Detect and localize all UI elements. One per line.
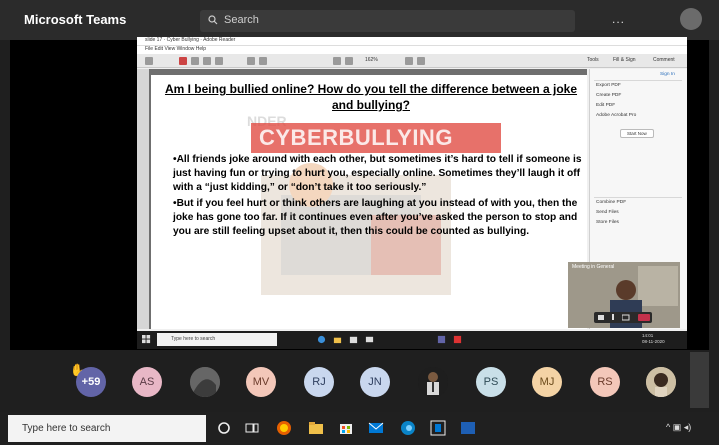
zoom-level[interactable]: 162% bbox=[365, 57, 378, 63]
cyberbullying-banner-text: CYBERBULLYING bbox=[259, 125, 453, 150]
windows-taskbar: Type here to search ^ ▣ ◂) bbox=[0, 412, 719, 445]
create-pdf-icon[interactable] bbox=[179, 57, 187, 65]
participant-photo[interactable] bbox=[190, 367, 220, 397]
zoom-out-icon[interactable] bbox=[333, 57, 341, 65]
open-icon[interactable] bbox=[145, 57, 153, 65]
file-explorer-icon[interactable] bbox=[308, 420, 324, 436]
shared-date: 08-11-2020 bbox=[642, 339, 665, 344]
search-input[interactable]: Search bbox=[200, 10, 575, 32]
store-icon[interactable] bbox=[349, 335, 358, 344]
pane-item-store-files[interactable]: Store Files bbox=[596, 220, 619, 225]
taskbar-search-input[interactable]: Type here to search bbox=[8, 415, 206, 442]
teams-title-bar: Microsoft Teams Search ... bbox=[0, 0, 719, 40]
participant-avatar[interactable]: PS bbox=[476, 367, 506, 397]
participant-avatar[interactable]: RS bbox=[590, 367, 620, 397]
store-icon[interactable] bbox=[338, 420, 354, 436]
shared-taskbar-search-label: Type here to search bbox=[171, 336, 216, 342]
acrobat-icon[interactable] bbox=[453, 335, 462, 344]
screen-capture-icon[interactable] bbox=[430, 420, 446, 436]
navigation-rail[interactable] bbox=[137, 69, 149, 329]
video-controls bbox=[594, 312, 652, 323]
pane-item-create-pdf[interactable]: Create PDF bbox=[596, 93, 621, 98]
mail-icon[interactable] bbox=[365, 335, 374, 344]
document-area: NDER CYBERBULLYING Am I being bullied on… bbox=[137, 69, 587, 329]
app-title: Microsoft Teams bbox=[24, 12, 127, 27]
pdf-toolbar: 162% Tools Fill & Sign Comment bbox=[137, 54, 687, 68]
prev-page-icon[interactable] bbox=[247, 57, 255, 65]
self-video-label: Meeting in General bbox=[572, 264, 615, 270]
avatar[interactable] bbox=[680, 8, 702, 30]
slide-bullet-1: •All friends joke around with each other… bbox=[173, 154, 582, 193]
taskbar-search-placeholder: Type here to search bbox=[22, 423, 111, 434]
hang-up-button[interactable] bbox=[638, 314, 650, 321]
participant-avatar[interactable]: JN bbox=[360, 367, 390, 397]
mic-icon[interactable] bbox=[610, 314, 616, 321]
search-icon bbox=[208, 15, 218, 25]
windows-start-icon[interactable] bbox=[142, 335, 151, 344]
system-tray[interactable]: ^ ▣ ◂) bbox=[666, 422, 691, 433]
divider bbox=[594, 197, 682, 198]
email-icon[interactable] bbox=[215, 57, 223, 65]
participant-photo[interactable] bbox=[418, 367, 448, 397]
fit-width-icon[interactable] bbox=[417, 57, 425, 65]
participant-avatar[interactable]: MJ bbox=[532, 367, 562, 397]
photos-icon[interactable] bbox=[460, 420, 476, 436]
shared-taskbar: Type here to search 14:01 08-11-2020 bbox=[137, 331, 687, 349]
start-now-button[interactable]: Start Now bbox=[620, 129, 654, 138]
cortana-icon[interactable] bbox=[216, 420, 232, 436]
shared-taskbar-clock: 14:01 08-11-2020 bbox=[642, 333, 665, 345]
save-icon[interactable] bbox=[191, 57, 199, 65]
firefox-icon[interactable] bbox=[276, 420, 292, 436]
participants-scroll-button[interactable] bbox=[690, 352, 709, 408]
participant-avatar[interactable]: MV bbox=[246, 367, 276, 397]
pane-item-send-files[interactable]: Send Files bbox=[596, 210, 619, 215]
camera-icon[interactable] bbox=[598, 314, 606, 321]
slide-bullet-2: •But if you feel hurt or think others ar… bbox=[173, 198, 578, 237]
tray-icons: ^ ▣ ◂) bbox=[666, 422, 692, 432]
edge-icon[interactable] bbox=[317, 335, 326, 344]
participant-avatar[interactable]: RJ bbox=[304, 367, 334, 397]
tab-comment[interactable]: Comment bbox=[653, 57, 675, 63]
shared-taskbar-search[interactable]: Type here to search bbox=[157, 333, 277, 346]
start-now-label: Start Now bbox=[627, 131, 647, 136]
mail-icon[interactable] bbox=[368, 420, 384, 436]
slide-bullets: •All friends joke around with each other… bbox=[173, 153, 583, 241]
pdf-menu-items[interactable]: File Edit View Window Help bbox=[145, 46, 206, 52]
promo-text: Adobe Acrobat Pro bbox=[596, 113, 637, 118]
tab-fill-sign[interactable]: Fill & Sign bbox=[613, 57, 636, 63]
zoom-in-icon[interactable] bbox=[345, 57, 353, 65]
pane-item-export-pdf[interactable]: Export PDF bbox=[596, 83, 621, 88]
folder-icon[interactable] bbox=[333, 335, 342, 344]
fit-page-icon[interactable] bbox=[405, 57, 413, 65]
self-video-tile[interactable]: Meeting in General bbox=[568, 262, 680, 328]
tab-tools[interactable]: Tools bbox=[587, 57, 599, 63]
slide-page: NDER CYBERBULLYING Am I being bullied on… bbox=[151, 75, 587, 329]
edge-icon[interactable] bbox=[400, 420, 416, 436]
participant-avatar[interactable]: AS bbox=[132, 367, 162, 397]
more-options-button[interactable]: ... bbox=[612, 12, 625, 26]
pane-item-combine-pdf[interactable]: Combine PDF bbox=[596, 200, 626, 205]
print-icon[interactable] bbox=[203, 57, 211, 65]
divider bbox=[594, 80, 682, 81]
pdf-menu-bar: File Edit View Window Help bbox=[137, 46, 687, 54]
teams-icon[interactable] bbox=[437, 335, 446, 344]
sign-in-link[interactable]: Sign In bbox=[660, 72, 675, 77]
pdf-window-title: slide 17 · Cyber Bullying · Adobe Reader bbox=[145, 37, 236, 43]
slide-title: Am I being bullied online? How do you te… bbox=[164, 82, 578, 112]
more-participants-badge[interactable]: +59 bbox=[76, 367, 106, 397]
pdf-window-titlebar: slide 17 · Cyber Bullying · Adobe Reader bbox=[137, 37, 687, 46]
search-placeholder: Search bbox=[224, 14, 259, 26]
pane-item-edit-pdf[interactable]: Edit PDF bbox=[596, 103, 615, 108]
share-icon[interactable] bbox=[622, 314, 630, 321]
next-page-icon[interactable] bbox=[259, 57, 267, 65]
task-view-icon[interactable] bbox=[244, 420, 260, 436]
participant-photo[interactable] bbox=[646, 367, 676, 397]
